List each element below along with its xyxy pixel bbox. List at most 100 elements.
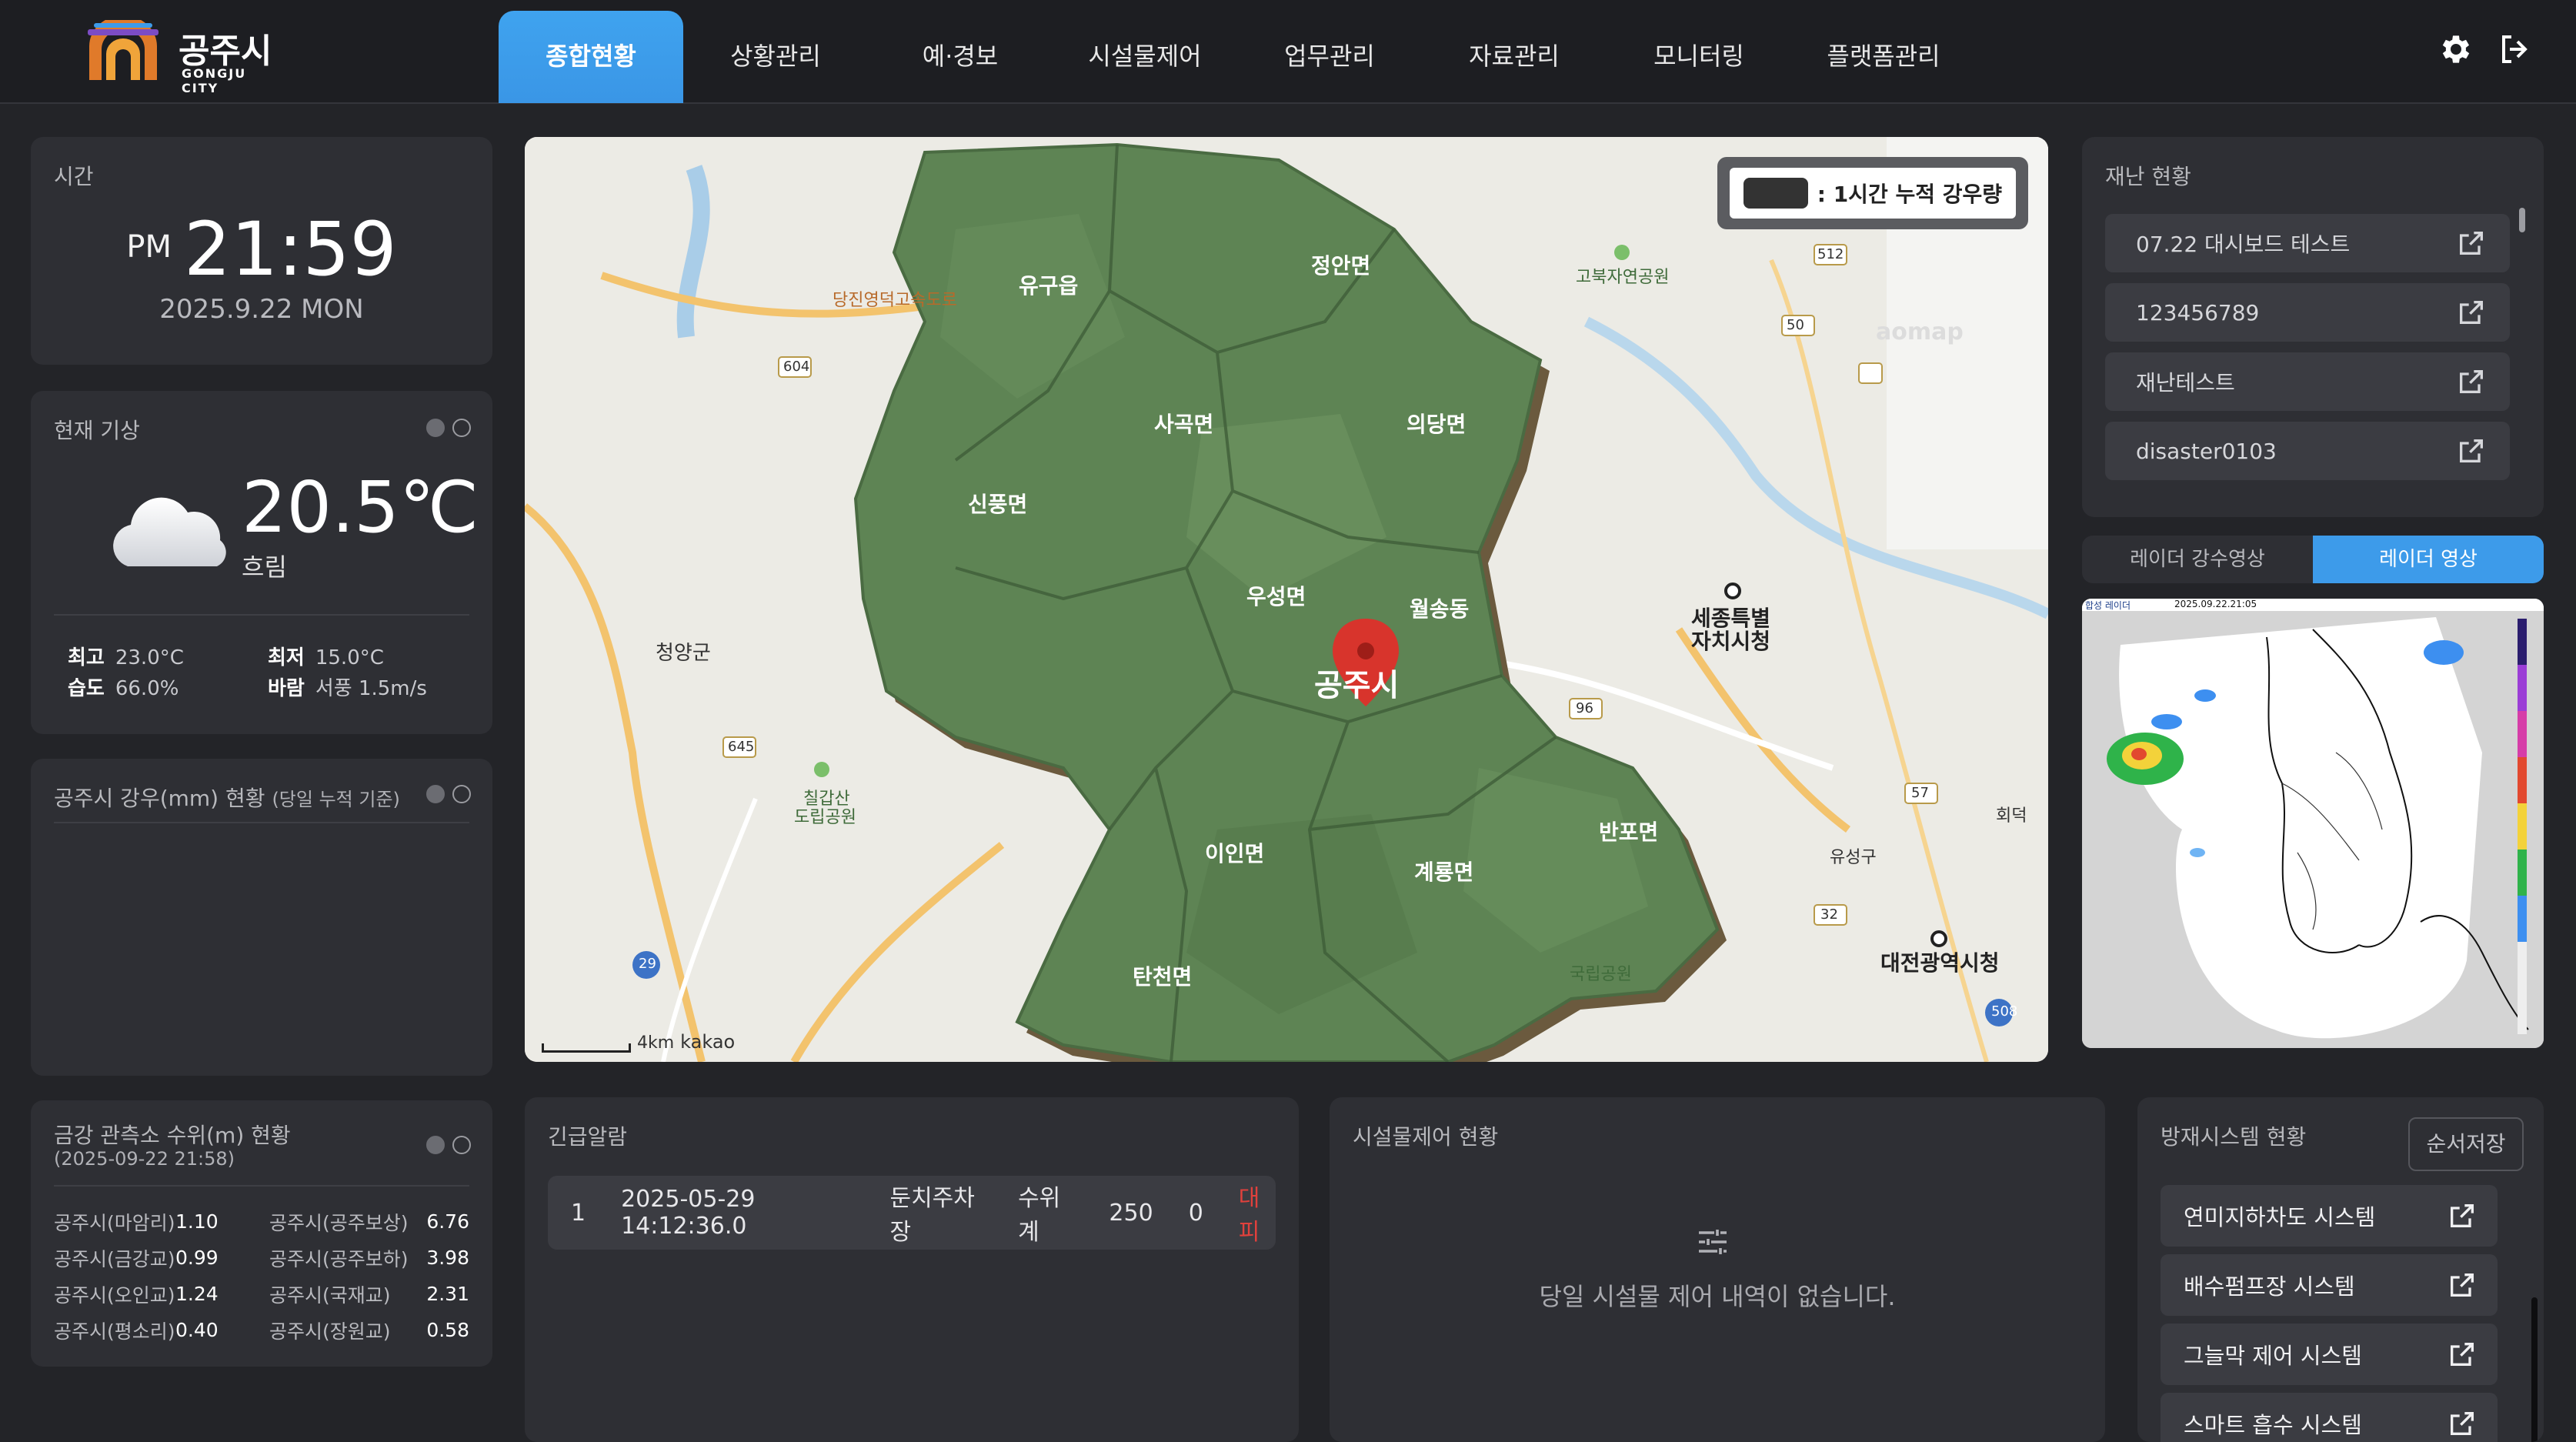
min-temp-value: 15.0°C: [315, 646, 384, 669]
clock-value: 21:59: [183, 206, 397, 292]
alarm-status: 대피: [1238, 1185, 1260, 1246]
list-item[interactable]: disaster0103: [2105, 422, 2510, 480]
station-name: 공주시(금강교): [54, 1247, 175, 1270]
city-logo[interactable]: 공주시 GONGJU CITY: [83, 17, 283, 95]
gongju-map[interactable]: 유구읍 정안면 사곡면 의당면 신풍면 우성면 월송동 이인면 계룡면 반포면 …: [525, 137, 2048, 1062]
ampm-label: PM: [126, 229, 172, 265]
list-item[interactable]: 재난테스트: [2105, 352, 2510, 411]
nav-platform[interactable]: 플랫폼관리: [1791, 11, 1976, 103]
disaster-panel: 재난 현황 07.22 대시보드 테스트 123456789 재난테스트 dis…: [2082, 137, 2544, 517]
pager-dot[interactable]: [452, 419, 471, 437]
radar-caption: 합성 레이더: [2085, 600, 2131, 611]
nav-work[interactable]: 업무관리: [1237, 11, 1422, 103]
header-actions: [2438, 31, 2533, 68]
legend-swatch: [1743, 178, 1808, 209]
system-name: 배수펌프장 시스템: [2184, 1273, 2355, 1300]
rainfall-panel: 공주시 강우(mm) 현황 (당일 누적 기준): [31, 759, 492, 1076]
station-name: 공주시(국재교): [269, 1283, 391, 1307]
rainfall-title-text: 공주시 강우(mm) 현황: [54, 786, 265, 811]
external-link-icon[interactable]: [2456, 297, 2487, 328]
water-level-table: 공주시(마암리) 1.10 공주시(공주보상) 6.76 공주시(금강교) 0.…: [54, 1203, 485, 1348]
tab-radar-image[interactable]: 레이더 영상: [2313, 536, 2544, 583]
external-link-icon[interactable]: [2447, 1270, 2478, 1300]
external-link-icon[interactable]: [2456, 436, 2487, 466]
settings-icon[interactable]: [2438, 31, 2474, 68]
station-name: 공주시(장원교): [269, 1320, 391, 1343]
list-item[interactable]: 배수펌프장 시스템: [2161, 1254, 2498, 1316]
radar-canvas: [2082, 599, 2544, 1048]
nav-facility-control[interactable]: 시설물제어: [1053, 11, 1237, 103]
nav-situation[interactable]: 상황관리: [683, 11, 868, 103]
alarm-count: 0: [1188, 1199, 1203, 1227]
water-level-panel: 금강 관측소 수위(m) 현황 (2025-09-22 21:58) 공주시(마…: [31, 1100, 492, 1367]
nav-monitoring[interactable]: 모니터링: [1607, 11, 1791, 103]
defense-system-list: 연미지하차도 시스템 배수펌프장 시스템 그늘막 제어 시스템 스마트 흡수 시…: [2161, 1185, 2498, 1442]
time-panel: 시간 PM 21:59 2025.9.22 MON: [31, 137, 492, 365]
map-canvas[interactable]: [525, 137, 2048, 1062]
map-attribution: kakao: [680, 1031, 736, 1053]
pager-dot[interactable]: [426, 419, 445, 437]
system-name: 그늘막 제어 시스템: [2184, 1343, 2362, 1369]
humidity-label: 습도: [68, 677, 105, 700]
divider: [54, 614, 469, 616]
alarm-title: 긴급알람: [548, 1124, 628, 1150]
disaster-name: disaster0103: [2136, 438, 2277, 464]
scrollbar[interactable]: [2519, 208, 2525, 232]
scrollbar[interactable]: [2531, 1297, 2538, 1442]
nav-warning[interactable]: 예·경보: [868, 11, 1053, 103]
temperature-value: 20.5℃: [242, 466, 479, 549]
water-level-date: (2025-09-22 21:58): [54, 1148, 235, 1170]
disaster-name: 07.22 대시보드 테스트: [2136, 232, 2351, 257]
external-link-icon[interactable]: [2447, 1200, 2478, 1231]
water-level-pager: [426, 1136, 471, 1154]
logout-icon[interactable]: [2496, 31, 2533, 68]
logo-subtitle: GONGJU CITY: [182, 66, 247, 95]
pager-dot[interactable]: [426, 785, 445, 803]
list-item[interactable]: 07.22 대시보드 테스트: [2105, 214, 2510, 272]
system-name: 연미지하차도 시스템: [2184, 1204, 2376, 1230]
divider: [54, 822, 469, 823]
weather-panel: 현재 기상 20.5℃ 흐림 최고 23.0°C 최저 15.0°C 습도 66.0%…: [31, 391, 492, 734]
pager-dot[interactable]: [452, 1136, 471, 1154]
scale-label: 4km: [637, 1033, 675, 1053]
alarm-place: 둔치주차장: [889, 1185, 975, 1246]
alarm-datetime: 2025-05-29 14:12:36.0: [621, 1186, 756, 1240]
logo-title: 공주시: [179, 32, 272, 71]
external-link-icon[interactable]: [2456, 366, 2487, 397]
disaster-name: 123456789: [2136, 299, 2260, 325]
rainfall-pager: [426, 785, 471, 803]
facility-title: 시설물제어 현황: [1353, 1124, 1499, 1150]
station-name: 공주시(마암리): [54, 1211, 175, 1234]
weather-condition: 흐림: [242, 552, 287, 582]
external-link-icon[interactable]: [2456, 228, 2487, 259]
wind-value: 서풍 1.5m/s: [315, 677, 427, 700]
date-value: 2025.9.22 MON: [159, 294, 364, 325]
weather-pager: [426, 419, 471, 437]
nav-overview[interactable]: 종합현황: [499, 11, 683, 103]
nav-data[interactable]: 자료관리: [1422, 11, 1607, 103]
radar-image[interactable]: 합성 레이더 2025.09.22.21:05: [2082, 599, 2544, 1048]
alarm-row[interactable]: 1 2025-05-29 14:12:36.0 둔치주차장 수위계 250 0 …: [548, 1176, 1276, 1250]
list-item[interactable]: 연미지하차도 시스템: [2161, 1185, 2498, 1247]
external-link-icon[interactable]: [2447, 1408, 2478, 1439]
max-temp-label: 최고: [68, 646, 105, 669]
disaster-name: 재난테스트: [2136, 370, 2235, 396]
list-item[interactable]: 스마트 흡수 시스템: [2161, 1393, 2498, 1442]
station-name: 공주시(평소리): [54, 1320, 175, 1343]
save-order-button[interactable]: 순서저장: [2408, 1117, 2524, 1171]
station-value: 0.40: [175, 1319, 219, 1341]
station-value: 1.10: [175, 1210, 219, 1233]
list-item[interactable]: 123456789: [2105, 283, 2510, 342]
pager-dot[interactable]: [452, 785, 471, 803]
tab-radar-precipitation[interactable]: 레이더 강수영상: [2082, 536, 2313, 583]
external-link-icon[interactable]: [2447, 1339, 2478, 1370]
facility-control-panel: 시설물제어 현황 당일 시설물 제어 내역이 없습니다.: [1330, 1097, 2105, 1442]
station-value: 0.99: [175, 1247, 219, 1269]
weather-details: 최고 23.0°C 최저 15.0°C 습도 66.0% 바람 서풍 1.5m/s: [68, 642, 468, 703]
list-item[interactable]: 그늘막 제어 시스템: [2161, 1324, 2498, 1385]
facility-empty-message: 당일 시설물 제어 내역이 없습니다.: [1539, 1282, 1896, 1311]
pager-dot[interactable]: [426, 1136, 445, 1154]
rainfall-subtitle: (당일 누적 기준): [272, 789, 400, 810]
table-row: 공주시(마암리) 1.10 공주시(공주보상) 6.76: [54, 1203, 485, 1240]
station-value: 3.98: [426, 1247, 469, 1269]
